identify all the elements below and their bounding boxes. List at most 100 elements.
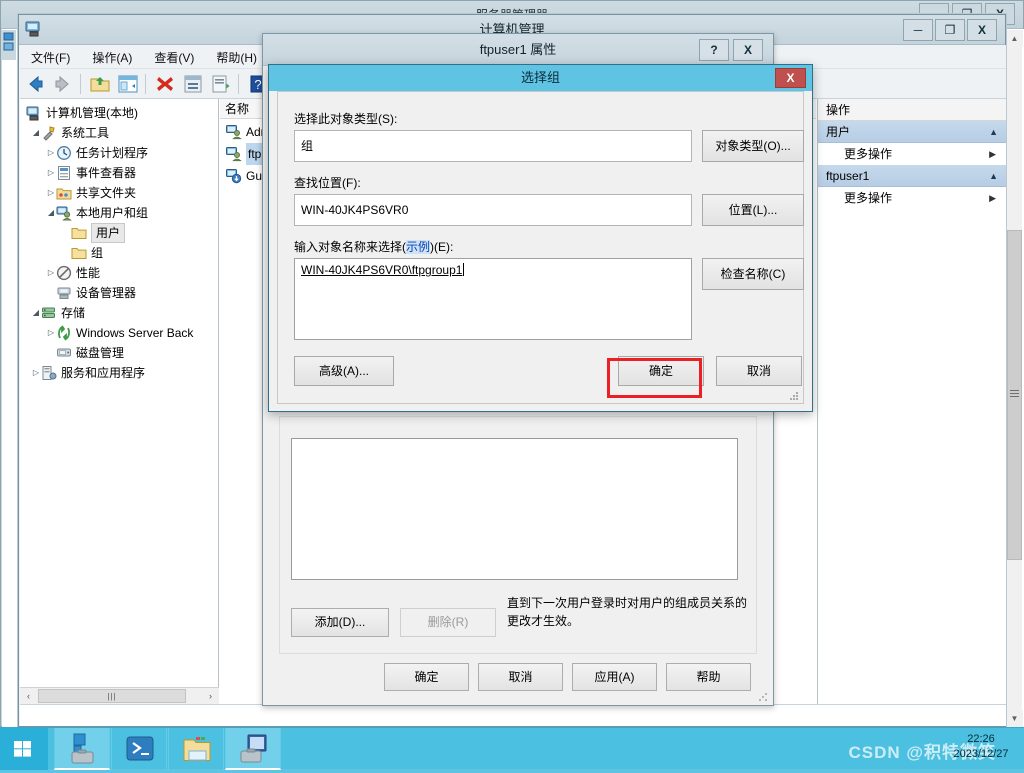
actions-pane-title: 操作	[818, 99, 1006, 121]
properties-ok-button[interactable]: 确定	[384, 663, 469, 691]
actions-ftpuser1-more-actions[interactable]: 更多操作 ▶	[818, 187, 1006, 209]
tree-horizontal-scrollbar[interactable]: ‹ ||| ›	[20, 687, 219, 704]
actions-group-users[interactable]: 用户 ▲	[818, 121, 1006, 143]
show-hide-tree-icon[interactable]	[115, 71, 141, 97]
tree-item-label: 设备管理器	[76, 286, 137, 300]
tree-item-label: 系统工具	[61, 126, 110, 140]
chevron-up-icon[interactable]: ▲	[989, 165, 998, 187]
cm-minimize-button[interactable]: ─	[903, 19, 933, 41]
console-tree: 计算机管理(本地) ◢ 系统工具 ▷ 任务计划程序 ▷ 事件查看器 ▷ 共享文件夹 ◢ 本地用户和组…	[20, 99, 218, 383]
tree-item-10[interactable]: ◢ 存储	[20, 303, 218, 323]
tree-item-6[interactable]: 用户	[20, 223, 218, 243]
computer-icon	[26, 105, 42, 121]
actions-users-more-actions[interactable]: 更多操作 ▶	[818, 143, 1006, 165]
tree-item-label: 计算机管理(本地)	[46, 106, 138, 120]
actions-group-users-label: 用户	[826, 125, 851, 139]
actions-pane: 操作 用户 ▲ 更多操作 ▶ ftpuser1 ▲ 更多操作 ▶	[817, 99, 1006, 704]
cm-close-button[interactable]: X	[967, 19, 997, 41]
tree-item-2[interactable]: ▷ 任务计划程序	[20, 143, 218, 163]
forward-arrow-icon[interactable]	[50, 71, 76, 97]
actions-group-ftpuser1-label: ftpuser1	[826, 169, 870, 183]
delete-red-x-icon[interactable]	[152, 71, 178, 97]
add-member-button[interactable]: 添加(D)...	[291, 608, 389, 637]
server-manager-task[interactable]	[54, 728, 110, 770]
user-disabled-icon	[226, 168, 242, 184]
folder-icon	[71, 245, 87, 261]
advanced-button[interactable]: 高级(A)...	[294, 356, 394, 386]
tree-item-5[interactable]: ◢ 本地用户和组	[20, 203, 218, 223]
event-viewer-icon	[56, 165, 72, 181]
user-icon	[226, 124, 242, 140]
export-list-icon[interactable]	[208, 71, 234, 97]
actions-group-ftpuser1[interactable]: ftpuser1 ▲	[818, 165, 1006, 187]
properties-help-action-button[interactable]: 帮助	[666, 663, 751, 691]
scroll-right-arrow-icon[interactable]: ›	[202, 688, 219, 704]
menu-action[interactable]: 操作(A)	[81, 45, 143, 70]
check-names-button[interactable]: 检查名称(C)	[702, 258, 804, 290]
scroll-down-arrow-icon[interactable]: ▼	[1006, 710, 1023, 727]
location-label: 查找位置(F):	[294, 176, 361, 190]
object-names-textarea[interactable]: WIN-40JK4PS6VR0\ftpgroup1	[294, 258, 692, 340]
user-icon	[226, 146, 242, 162]
computer-management-task[interactable]	[225, 728, 281, 770]
ok-button-highlight-annotation	[607, 358, 702, 398]
properties-resize-grip[interactable]	[758, 692, 768, 702]
menu-view[interactable]: 查看(V)	[143, 45, 205, 70]
scroll-left-arrow-icon[interactable]: ‹	[20, 688, 37, 704]
location-field[interactable]: WIN-40JK4PS6VR0	[294, 194, 692, 226]
tools-icon	[41, 125, 57, 141]
cm-maximize-button[interactable]: ❐	[935, 19, 965, 41]
select-group-close-button[interactable]: X	[775, 68, 806, 88]
server-manager-app-icon	[2, 30, 16, 60]
locations-button[interactable]: 位置(L)...	[702, 194, 804, 226]
toolbar-separator	[80, 74, 81, 94]
file-explorer-task[interactable]	[168, 728, 224, 770]
tree-item-0[interactable]: 计算机管理(本地)	[20, 103, 218, 123]
select-group-cancel-button[interactable]: 取消	[716, 356, 802, 386]
properties-icon[interactable]	[180, 71, 206, 97]
clock-date: 2023/12/27	[953, 748, 1009, 760]
backup-icon	[56, 325, 72, 341]
properties-help-button[interactable]: ?	[699, 39, 729, 61]
object-types-button[interactable]: 对象类型(O)...	[702, 130, 804, 162]
tree-item-13[interactable]: ▷ 服务和应用程序	[20, 363, 218, 383]
tree-item-1[interactable]: ◢ 系统工具	[20, 123, 218, 143]
object-type-label: 选择此对象类型(S):	[294, 112, 398, 126]
back-arrow-icon[interactable]	[22, 71, 48, 97]
start-button[interactable]	[0, 728, 48, 770]
menu-help[interactable]: 帮助(H)	[205, 45, 268, 70]
shared-folder-icon	[56, 185, 72, 201]
actions-users-more-actions-label: 更多操作	[844, 147, 893, 161]
powershell-task[interactable]	[111, 728, 167, 770]
menu-file[interactable]: 文件(F)	[20, 45, 81, 70]
chevron-right-icon: ▶	[989, 149, 996, 159]
tree-item-8[interactable]: ▷ 性能	[20, 263, 218, 283]
server-manager-vertical-scrollbar[interactable]: ▲ ▼	[1005, 30, 1023, 727]
clock-icon	[56, 145, 72, 161]
up-folder-icon[interactable]	[87, 71, 113, 97]
tree-item-11[interactable]: ▷ Windows Server Back	[20, 323, 218, 343]
select-group-titlebar: 选择组 X	[269, 65, 812, 91]
tree-item-9[interactable]: 设备管理器	[20, 283, 218, 303]
chevron-up-icon[interactable]: ▲	[989, 121, 998, 143]
properties-apply-button[interactable]: 应用(A)	[572, 663, 657, 691]
tree-item-4[interactable]: ▷ 共享文件夹	[20, 183, 218, 203]
object-type-field[interactable]: 组	[294, 130, 692, 162]
scroll-up-arrow-icon[interactable]: ▲	[1006, 30, 1023, 47]
system-clock[interactable]: 22:26 2023/12/27	[944, 732, 1018, 762]
member-of-list[interactable]	[291, 438, 738, 580]
select-group-resize-grip[interactable]	[789, 391, 799, 401]
tree-item-label: 组	[91, 246, 104, 260]
tree-hscroll-thumb[interactable]: |||	[38, 689, 186, 703]
tree-item-12[interactable]: 磁盘管理	[20, 343, 218, 363]
properties-close-button[interactable]: X	[733, 39, 763, 61]
tree-item-label: 共享文件夹	[76, 186, 137, 200]
tree-item-label: 磁盘管理	[76, 346, 125, 360]
local-users-groups-icon	[56, 205, 72, 221]
tree-item-3[interactable]: ▷ 事件查看器	[20, 163, 218, 183]
properties-cancel-button[interactable]: 取消	[478, 663, 563, 691]
tree-item-7[interactable]: 组	[20, 243, 218, 263]
object-names-label-suffix: )(E):	[430, 240, 454, 254]
taskbar: CSDN @积特微笑 22:26 2023/12/27	[0, 727, 1024, 770]
examples-link[interactable]: 示例	[406, 240, 431, 254]
